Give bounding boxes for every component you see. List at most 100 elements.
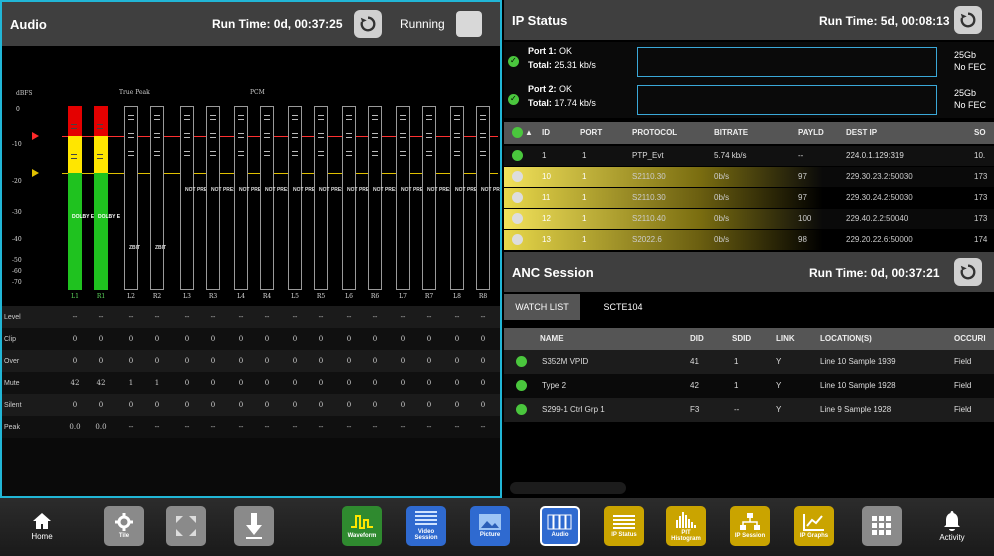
anc-table-row[interactable]: S299-1 Ctrl Grp 1 F3 -- Y Line 9 Sample 1928… [504, 398, 994, 422]
meter-hash-mark [128, 119, 134, 120]
ip-table-row[interactable]: 10 1 S2110.30 0b/s 97 229.30.23.2:50030 173 [504, 167, 994, 187]
home-button[interactable]: Home [22, 506, 62, 546]
stat-value: 0 [154, 335, 160, 343]
stat-value: 0 [98, 357, 104, 365]
stat-row-silent: Silent 0 0 0 0 0 0 0 0 0 0 0 0 0 0 0 0 [2, 394, 500, 416]
anc-table-row[interactable]: Type 2 42 1 Y Line 10 Sample 1928 Field [504, 374, 994, 398]
col-bitrate[interactable]: BITRATE [714, 128, 748, 137]
port-2-total-label: Total: [528, 98, 552, 108]
channel-meter-r3: NOT PRESENT [206, 106, 247, 290]
anc-scrollbar[interactable] [510, 482, 626, 494]
meter-hash-mark [210, 133, 216, 134]
picture-icon [479, 514, 501, 530]
stat-value: 0 [210, 379, 216, 387]
col-dest-ip[interactable]: DEST IP [846, 128, 877, 137]
anc-cell-sdid: 1 [734, 381, 739, 390]
graph-icon [803, 514, 824, 531]
ip-cell-payld: 98 [798, 235, 807, 244]
inactive-dot-icon [512, 234, 523, 245]
ip-status-reset-button[interactable] [954, 6, 982, 34]
stat-label: Peak [4, 423, 20, 431]
anc-cell-occ: Field [954, 405, 972, 414]
meter-hash-mark [400, 137, 406, 138]
audio-reset-button[interactable] [354, 10, 382, 38]
anc-reset-button[interactable] [954, 258, 982, 286]
apps-grid-button[interactable] [862, 506, 902, 546]
col-payld[interactable]: PAYLD [798, 128, 824, 137]
col-sdid[interactable]: SDID [732, 334, 751, 343]
ip-status-button[interactable]: IP Status [604, 506, 644, 546]
col-name[interactable]: NAME [540, 334, 564, 343]
tab-watch-list[interactable]: WATCH LIST [504, 294, 580, 320]
meter-hash-mark [426, 115, 432, 116]
audio-panel[interactable]: Audio Run Time: 0d, 00:37:25 Running dBF… [0, 0, 502, 498]
video-session-button[interactable]: Video Session [406, 506, 446, 546]
meter-hash-mark [210, 119, 216, 120]
tile-button[interactable]: Tile [104, 506, 144, 546]
col-source[interactable]: SO [974, 128, 986, 137]
stat-value: -- [292, 313, 298, 321]
meter-hash-mark [454, 155, 460, 156]
ip-session-button[interactable]: IP Session [730, 506, 770, 546]
channel-status-text: DOLBY E [72, 214, 95, 220]
channel-label: L5 [291, 293, 299, 300]
col-occurrence[interactable]: OCCURI [954, 334, 986, 343]
meter-hash-mark [264, 137, 270, 138]
channel-status-text: NOT PRESENT [319, 187, 355, 193]
fullscreen-button[interactable] [166, 506, 206, 546]
col-did[interactable]: DID [690, 334, 704, 343]
stat-value: -- [318, 423, 324, 431]
col-id[interactable]: ID [542, 128, 550, 137]
channel-meter-r2: ZBIT [150, 106, 166, 290]
col-locations[interactable]: LOCATION(S) [820, 334, 872, 343]
channel-status-text: ZBIT [129, 245, 141, 251]
col-port[interactable]: PORT [580, 128, 602, 137]
col-link[interactable]: LINK [776, 334, 795, 343]
anc-cell-loc: Line 10 Sample 1939 [820, 357, 896, 366]
ip-table-row[interactable]: 11 1 S2110.30 0b/s 97 229.30.24.2:50030 173 [504, 188, 994, 208]
meter-hash-mark [346, 133, 352, 134]
ip-cell-bitrate: 5.74 kb/s [714, 151, 747, 160]
ip-status-panel[interactable]: IP Status Run Time: 5d, 00:08:13 ✓ Port … [504, 0, 994, 252]
col-protocol[interactable]: PROTOCOL [632, 128, 677, 137]
anc-session-panel[interactable]: ANC Session Run Time: 0d, 00:37:21 WATCH… [504, 252, 994, 498]
stat-value: -- [426, 313, 432, 321]
ip-graphs-button[interactable]: IP Graphs [794, 506, 834, 546]
meter-hash-mark [372, 119, 378, 120]
pcm-label: PCM [250, 89, 265, 96]
audio-stop-button[interactable] [456, 11, 482, 37]
grid-icon [872, 516, 891, 535]
ip-table-row[interactable]: 1 1 PTP_Evt 5.74 kb/s -- 224.0.1.129:319 10. [504, 146, 994, 166]
move-down-button[interactable] [234, 506, 274, 546]
channel-meter-l8: NOT PRESENT [450, 106, 491, 290]
expand-arrows-icon [176, 516, 196, 536]
ok-check-icon [516, 356, 527, 367]
channel-meter-r5: NOT PRESENT [314, 106, 355, 290]
ip-status-run-time: Run Time: 5d, 00:08:13 [819, 14, 950, 28]
pit-histogram-button[interactable]: PIT Histogram [666, 506, 706, 546]
meter-tick-label: -20 [12, 178, 22, 185]
picture-button[interactable]: Picture [470, 506, 510, 546]
ip-cell-port: 1 [582, 214, 587, 223]
meter-hash-mark [210, 115, 216, 116]
waveform-button[interactable]: Waveform [342, 506, 382, 546]
activity-button[interactable]: Activity [932, 506, 972, 546]
tab-scte104[interactable]: SCTE104 [588, 294, 658, 320]
audio-state: Running [400, 17, 445, 31]
meter-tick-label: -60 [12, 268, 22, 275]
stat-value: 0 [372, 379, 378, 387]
ip-cell-dest: 229.30.24.2:50030 [846, 193, 913, 202]
meter-hash-mark [71, 124, 77, 125]
port-2-graph [637, 85, 937, 115]
ip-table-row[interactable]: 13 1 S2022.6 0b/s 98 229.20.22.6:50000 174 [504, 230, 994, 250]
channel-label: R4 [262, 293, 272, 300]
stat-value: 0.0 [95, 423, 107, 431]
stat-value: 0 [480, 357, 486, 365]
audio-button[interactable]: Audio [540, 506, 580, 546]
meter-hash-mark [210, 151, 216, 152]
anc-table-row[interactable]: S352M VPID 41 1 Y Line 10 Sample 1939 Field [504, 350, 994, 374]
meter-hash-mark [264, 151, 270, 152]
meter-hash-mark [238, 151, 244, 152]
ip-table-row[interactable]: 12 1 S2110.40 0b/s 100 229.40.2.2:50040 173 [504, 209, 994, 229]
sort-arrow-icon[interactable]: ▲ [525, 128, 533, 137]
